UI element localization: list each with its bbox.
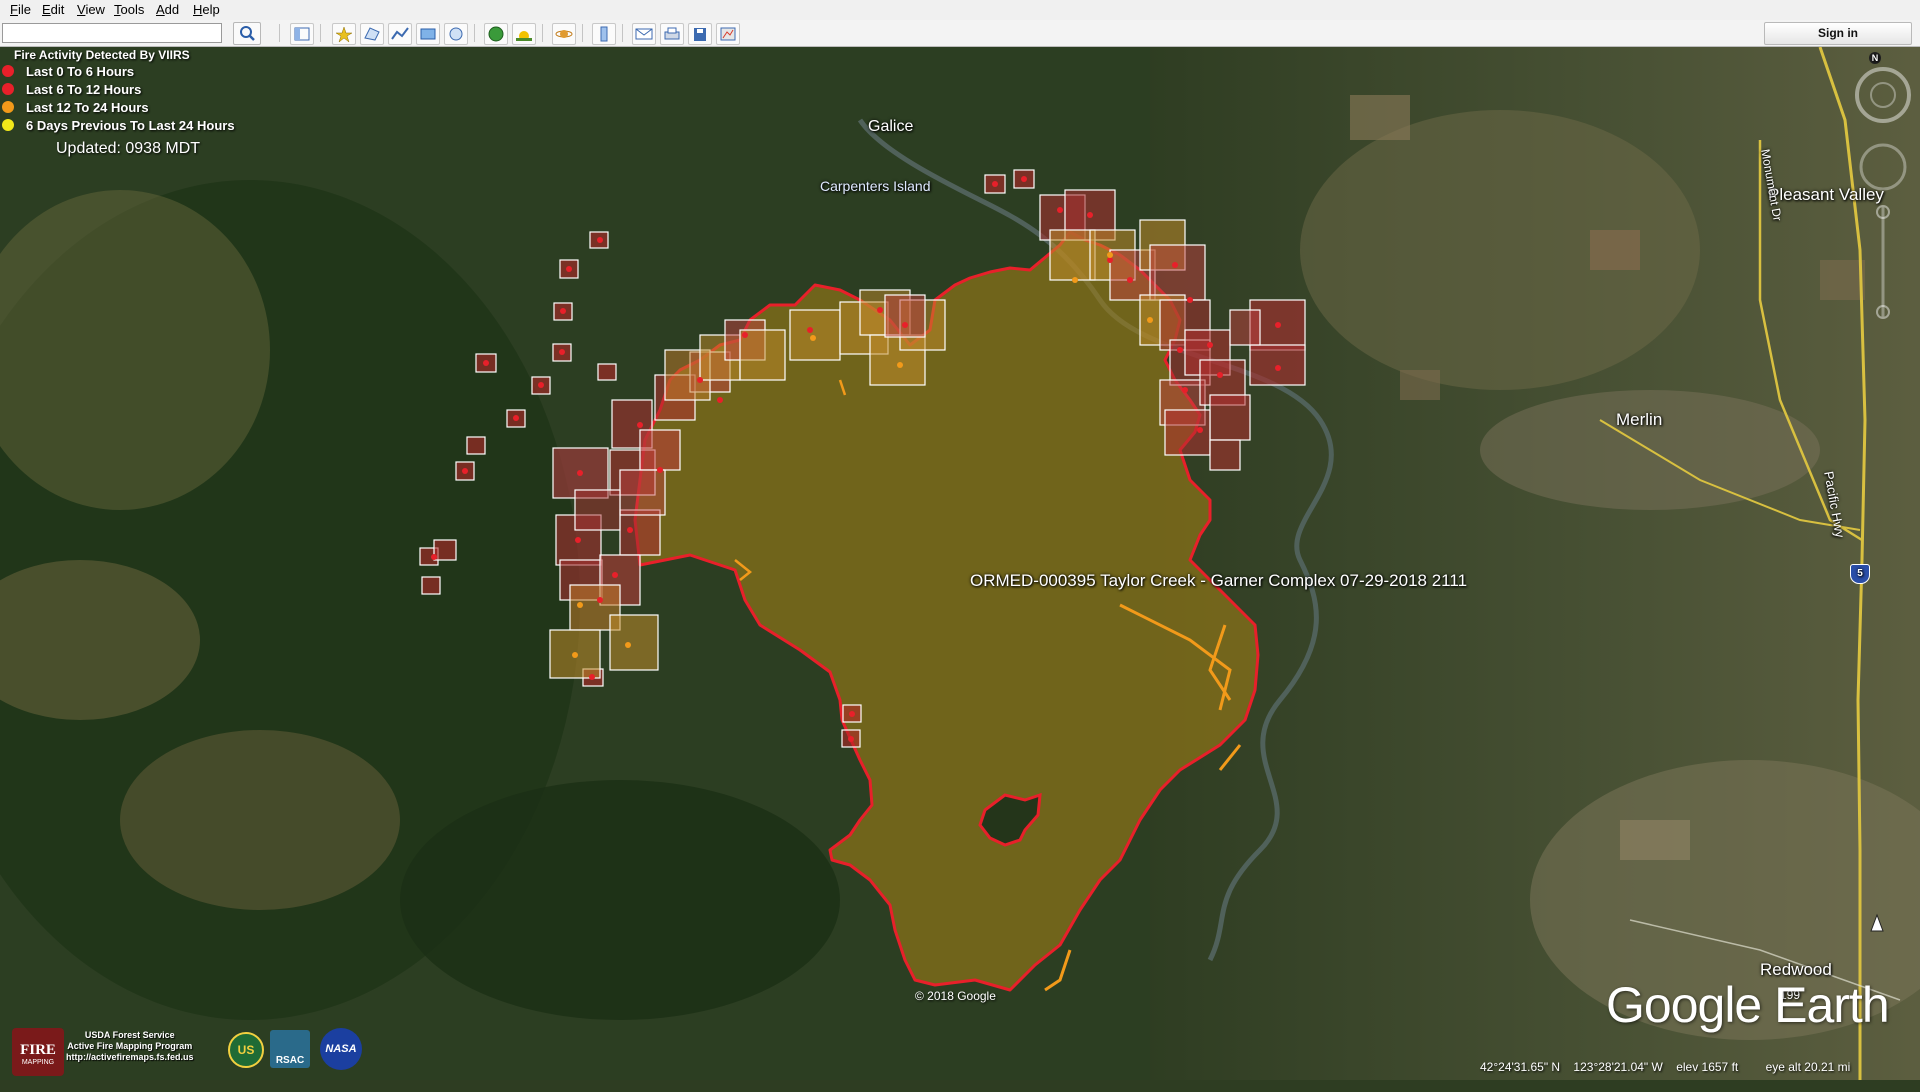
historical-imagery-button[interactable] (484, 23, 508, 45)
ruler-button[interactable] (592, 23, 616, 45)
search-input[interactable] (2, 23, 222, 43)
image-overlay-icon (420, 28, 436, 40)
polygon-icon (364, 27, 380, 41)
google-earth-logo: Google Earth (1606, 977, 1890, 1033)
placemark-icon (335, 26, 353, 43)
red-dot-icon (2, 65, 14, 77)
search-button[interactable] (233, 22, 261, 45)
pegman-icon[interactable] (1867, 909, 1887, 935)
satellite-imagery (0, 47, 1920, 1080)
agency-logos: FIRE MAPPING USDA Forest Service Active … (8, 1022, 368, 1078)
print-icon (664, 27, 680, 40)
toolbar: Sign in (0, 20, 1920, 47)
sunlight-button[interactable] (512, 23, 536, 45)
look-joystick-icon (1859, 143, 1907, 191)
orange-dot-icon (2, 101, 14, 113)
latitude-readout: 42°24'31.65" N (1480, 1060, 1561, 1074)
eye-altitude-readout: eye alt 20.21 mi (1765, 1060, 1851, 1074)
email-button[interactable] (632, 23, 656, 45)
rsac-logo: RSAC (270, 1030, 310, 1068)
ruler-icon (600, 26, 608, 42)
menu-tools[interactable]: Tools (114, 2, 144, 17)
menu-view[interactable]: View (77, 2, 105, 17)
menu-edit[interactable]: Edit (42, 2, 64, 17)
interstate-5-shield: 5 (1850, 564, 1870, 584)
view-in-maps-button[interactable] (716, 23, 740, 45)
add-placemark-button[interactable] (332, 23, 356, 45)
menu-add[interactable]: Add (156, 2, 179, 17)
legend-title: Fire Activity Detected By VIIRS (14, 48, 190, 62)
path-icon (391, 27, 409, 40)
add-overlay-button[interactable] (416, 23, 440, 45)
nasa-logo: NASA (320, 1028, 362, 1070)
planets-button[interactable] (552, 23, 576, 45)
legend-item: Last 0 To 6 Hours (2, 62, 235, 80)
longitude-readout: 123°28'21.04" W (1573, 1060, 1663, 1074)
place-label-pleasant-valley[interactable]: Pleasant Valley (1768, 185, 1884, 205)
legend-item: Last 6 To 12 Hours (2, 80, 235, 98)
legend-item: Last 12 To 24 Hours (2, 98, 235, 116)
fire-mapping-logo: FIRE MAPPING (12, 1028, 64, 1076)
fire-legend: Fire Activity Detected By VIIRS Last 0 T… (2, 48, 235, 134)
maps-icon (720, 27, 736, 41)
search-icon (240, 26, 255, 41)
usfs-program-text: USDA Forest Service Active Fire Mapping … (66, 1030, 194, 1062)
red-dot-icon (2, 83, 14, 95)
updated-timestamp: Updated: 0938 MDT (56, 140, 201, 157)
sun-icon (516, 31, 532, 41)
map-copyright: © 2018 Google (915, 989, 996, 1003)
email-icon (635, 28, 653, 40)
save-image-icon (694, 28, 706, 41)
planet-icon (555, 30, 573, 38)
compass-ring-icon (1855, 67, 1911, 123)
add-path-button[interactable] (388, 23, 412, 45)
sidebar-icon (294, 27, 310, 41)
elevation-readout: elev 1657 ft (1676, 1060, 1739, 1074)
legend-item: 6 Days Previous To Last 24 Hours (2, 116, 235, 134)
sidebar-toggle-button[interactable] (290, 23, 314, 45)
globe-icon (488, 26, 504, 42)
print-button[interactable] (660, 23, 684, 45)
status-bar: 42°24'31.65" N 123°28'21.04" W elev 1657… (1480, 1060, 1860, 1074)
record-tour-button[interactable] (444, 23, 468, 45)
fire-perimeter-label[interactable]: ORMED-000395 Taylor Creek - Garner Compl… (970, 571, 1467, 591)
place-label-galice[interactable]: Galice (868, 118, 913, 136)
save-image-button[interactable] (688, 23, 712, 45)
place-label-carpenters-island[interactable]: Carpenters Island (820, 178, 931, 194)
place-label-merlin[interactable]: Merlin (1616, 410, 1662, 430)
north-indicator[interactable]: N (1869, 52, 1881, 64)
menu-help[interactable]: Help (193, 2, 220, 17)
map-view[interactable]: N (0, 47, 1920, 1080)
tour-icon (449, 27, 463, 41)
yellow-dot-icon (2, 119, 14, 131)
menu-bar: File Edit View Tools Add Help (0, 0, 1920, 21)
menu-file[interactable]: File (10, 2, 31, 17)
add-polygon-button[interactable] (360, 23, 384, 45)
sign-in-button[interactable]: Sign in (1764, 22, 1912, 45)
usfs-shield-logo: US (228, 1032, 264, 1068)
